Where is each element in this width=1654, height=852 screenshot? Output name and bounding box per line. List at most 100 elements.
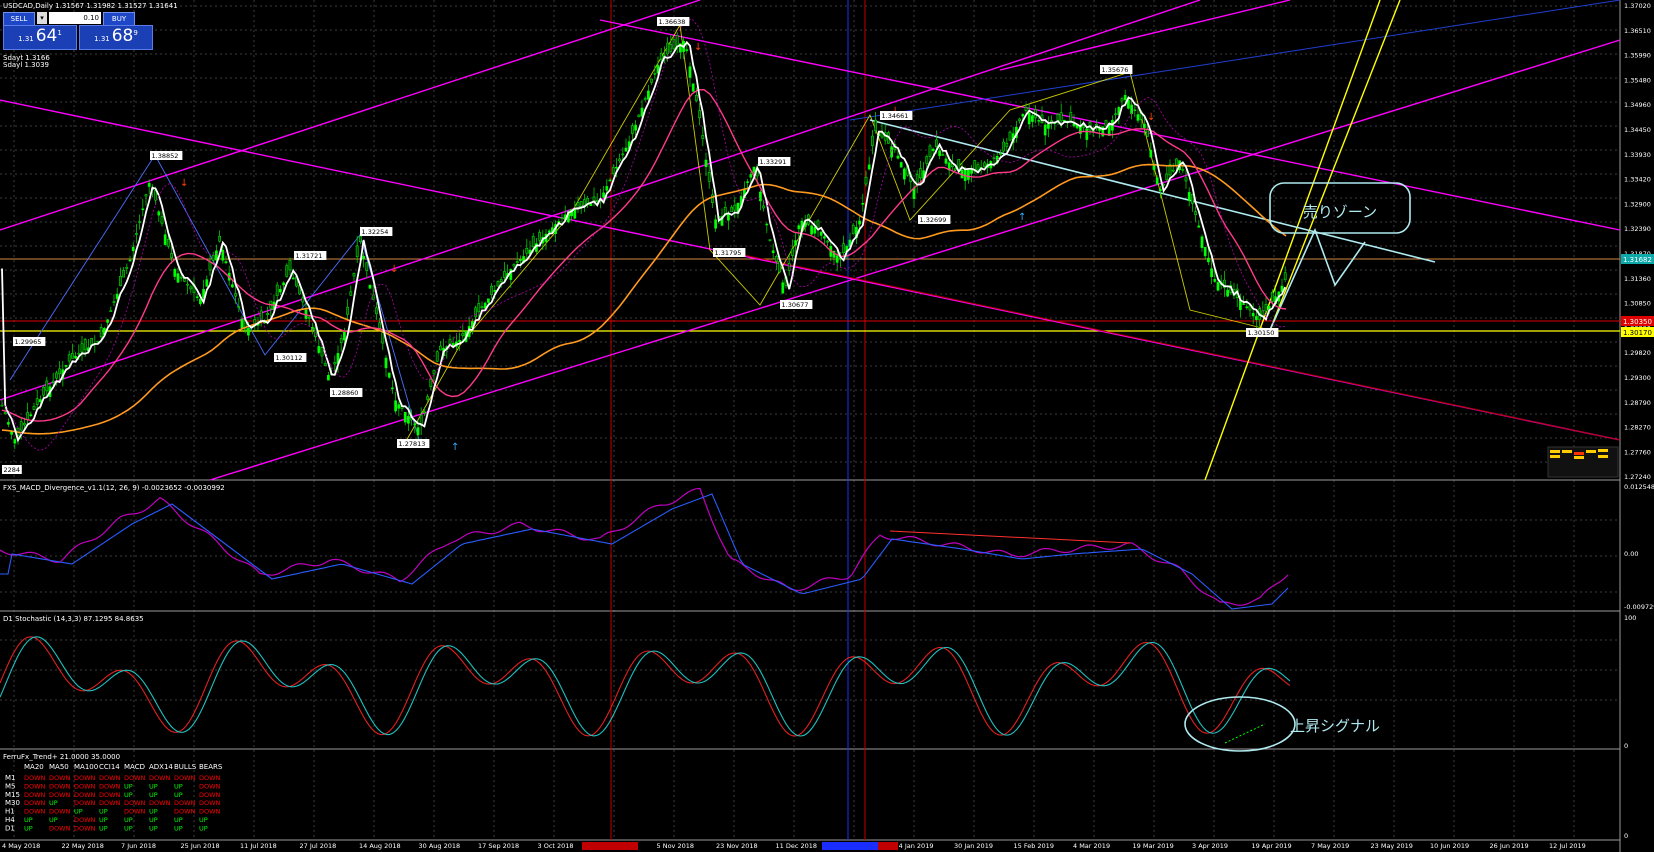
trend-cell: DOWN [74, 791, 96, 799]
price-tick-label: 1.29300 [1624, 374, 1651, 382]
trend-header: ADX14 [149, 763, 173, 771]
lot-dropdown-icon[interactable]: ▾ [37, 12, 47, 24]
lot-size-input[interactable]: 0.10 [49, 12, 101, 24]
time-tick-label: 27 Jul 2018 [300, 842, 337, 850]
trend-header: MA100 [74, 763, 98, 771]
time-tick-label: 4 May 2018 [2, 842, 40, 850]
swing-label: 1.31721 [296, 252, 323, 260]
trend-cell: UP [124, 782, 133, 790]
chart-background [0, 0, 1654, 852]
time-highlight-red [878, 842, 898, 850]
trend-timeframe: M15 [5, 791, 20, 799]
trend-timeframe: M5 [5, 782, 16, 790]
price-tick-label: 1.35480 [1624, 76, 1651, 84]
trend-cell: DOWN [24, 791, 46, 799]
trend-cell: UP [149, 816, 158, 824]
swing-label: 1.30150 [1248, 329, 1275, 337]
swing-label: 1.31795 [715, 249, 742, 257]
trend-cell: DOWN [99, 774, 121, 782]
trend-axis-label: 0 [1624, 832, 1628, 840]
svg-text:↑: ↑ [1018, 212, 1026, 223]
yellow-price-label: 1.30170 [1623, 329, 1652, 337]
stoch-axis-label: 0 [1624, 742, 1628, 750]
svg-text:↓: ↓ [180, 178, 188, 189]
trend-header: MA20 [24, 763, 44, 771]
trend-header: CCI14 [99, 763, 120, 771]
trend-cell: DOWN [74, 799, 96, 807]
trend-cell: DOWN [174, 808, 196, 816]
trend-cell: UP [99, 808, 108, 816]
trend-cell: UP [149, 791, 158, 799]
time-tick-label: 23 May 2019 [1371, 842, 1413, 850]
trend-cell: UP [99, 816, 108, 824]
swing-label: 2284 [4, 466, 21, 474]
price-tick-label: 1.28270 [1624, 424, 1651, 432]
time-tick-label: 3 Oct 2018 [538, 842, 574, 850]
macd-axis-label: 0.0125481 [1624, 483, 1654, 491]
trend-header: MA50 [49, 763, 69, 771]
bid-price-button[interactable]: 1.31 64 1 [3, 25, 77, 50]
swing-label: 1.28860 [332, 389, 359, 397]
trend-cell: DOWN [124, 799, 146, 807]
trend-cell: DOWN [49, 824, 71, 832]
time-axis: 4 May 2018 22 May 2018 7 Jun 2018 25 Jun 20… [2, 842, 1586, 850]
ask-pipette: 9 [133, 29, 138, 37]
trend-cell: UP [199, 816, 208, 824]
trend-cell: UP [24, 824, 33, 832]
trend-cell: UP [124, 824, 133, 832]
trend-cell: UP [49, 799, 58, 807]
price-tick-label: 1.29820 [1624, 349, 1651, 357]
trend-cell: DOWN [74, 824, 96, 832]
trend-axis: 0 [1624, 832, 1628, 840]
trend-cell: DOWN [199, 808, 221, 816]
trading-chart[interactable]: 売りゾーン ↓ ↓ ↓ ↓ ↓ ↑ ↑ 1.388521.317211.3225… [0, 0, 1654, 852]
price-tick-label: 1.32900 [1624, 200, 1651, 208]
trend-cell: DOWN [24, 808, 46, 816]
trend-cell: DOWN [174, 774, 196, 782]
trend-cell: DOWN [199, 791, 221, 799]
trend-cell: UP [149, 824, 158, 832]
swing-label: 1.29965 [15, 338, 42, 346]
ask-big-digits: 68 [111, 26, 134, 46]
trend-cell: DOWN [49, 782, 71, 790]
indicator-line-2: Sdayl 1.3039 [3, 61, 49, 69]
trend-cell: DOWN [24, 799, 46, 807]
trend-cell: UP [24, 816, 33, 824]
trend-cell: DOWN [74, 816, 96, 824]
trend-timeframe: H1 [5, 808, 15, 816]
trend-title: FerruFx_Trend+ 21.0000 35.0000 [3, 753, 120, 761]
rise-signal-label: 上昇シグナル [1290, 717, 1380, 735]
sell-button[interactable]: SELL [3, 12, 35, 26]
swing-label: 1.38852 [152, 152, 179, 160]
trend-cell: DOWN [49, 774, 71, 782]
swing-label: 1.35676 [1102, 66, 1129, 74]
time-highlight-blue [822, 842, 878, 850]
sell-zone-label: 売りゾーン [1303, 203, 1377, 221]
trend-cell: DOWN [174, 799, 196, 807]
trend-cell: DOWN [199, 799, 221, 807]
price-tick-label: 1.36510 [1624, 27, 1651, 35]
ask-price-button[interactable]: 1.31 68 9 [79, 25, 153, 50]
one-click-trade-panel: SELL ▾ 0.10 BUY 1.31 64 1 1.31 68 9 [3, 12, 153, 50]
time-tick-label: 19 Apr 2019 [1252, 842, 1292, 850]
swing-label: 1.36638 [659, 18, 686, 26]
trend-cell: DOWN [199, 782, 221, 790]
stoch-axis-label: 100 [1624, 614, 1636, 622]
time-tick-label: 17 Sep 2018 [478, 842, 519, 850]
time-tick-label: 30 Jan 2019 [954, 842, 993, 850]
price-tick-label: 1.37020 [1624, 2, 1651, 10]
price-tick-label: 1.28790 [1624, 399, 1651, 407]
ask-prefix: 1.31 [94, 35, 110, 43]
time-tick-label: 11 Dec 2018 [776, 842, 818, 850]
trend-cell: DOWN [74, 774, 96, 782]
time-tick-label: 14 Jan 2019 [895, 842, 934, 850]
price-tick-label: 1.27760 [1624, 448, 1651, 456]
time-tick-label: 7 Jun 2018 [121, 842, 156, 850]
trend-cell: UP [149, 808, 158, 816]
price-tick-label: 1.30850 [1624, 300, 1651, 308]
time-tick-label: 14 Aug 2018 [359, 842, 401, 850]
time-tick-label: 5 Nov 2018 [657, 842, 695, 850]
time-tick-label: 7 May 2019 [1311, 842, 1349, 850]
symbol-info: USDCAD,Daily 1.31567 1.31982 1.31527 1.3… [3, 2, 178, 10]
buy-button[interactable]: BUY [103, 12, 135, 26]
